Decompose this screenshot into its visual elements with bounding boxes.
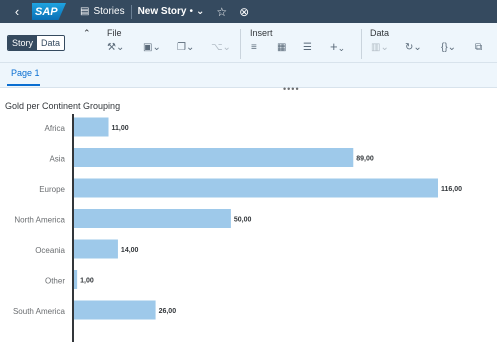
data-label: 14,00 [121, 247, 139, 254]
copy-data-icon[interactable]: ⧉ [475, 42, 482, 53]
tools-icon[interactable]: ⚒⌄ [107, 42, 124, 53]
stories-label: Stories [93, 6, 125, 17]
bar[interactable] [74, 209, 231, 228]
category-label: Europe [39, 185, 65, 194]
share-icon: ⌥⌄ [211, 42, 231, 53]
chart-title: Gold per Continent Grouping [5, 101, 121, 111]
refresh-icon[interactable]: ↻⌄ [405, 42, 422, 53]
chart-icon[interactable]: ≡ [251, 42, 257, 53]
data-label: 11,00 [112, 125, 129, 132]
formula-icon[interactable]: {}⌄ [441, 42, 456, 53]
data-label: 1,00 [80, 278, 94, 285]
data-group-title: Data [370, 28, 390, 38]
modified-indicator: • [189, 6, 193, 17]
copy-icon[interactable]: ❐⌄ [177, 42, 194, 53]
divider [240, 29, 241, 59]
category-label: South America [13, 307, 66, 316]
shell-bar: ‹ SAP ▤ Stories New Story • ⌄ ☆ ⊗ [0, 0, 497, 23]
active-tab-indicator [7, 84, 40, 86]
divider [130, 4, 132, 19]
save-icon[interactable]: ▣⌄ [143, 42, 161, 53]
filter-icon[interactable]: ☰ [303, 42, 312, 53]
bar[interactable] [74, 178, 438, 198]
page-tab-bar: Page 1 [0, 63, 497, 88]
stories-icon: ▤ [80, 6, 90, 17]
story-title-menu[interactable]: New Story • ⌄ [138, 6, 205, 17]
table-icon[interactable]: ▦ [277, 42, 286, 53]
sap-logo[interactable]: SAP [32, 3, 66, 20]
bar[interactable] [74, 300, 156, 320]
category-label: North America [14, 216, 65, 225]
category-label: Asia [49, 155, 65, 164]
bar[interactable] [74, 117, 109, 137]
stories-link[interactable]: ▤ Stories [80, 6, 125, 17]
story-title: New Story [137, 6, 187, 17]
file-group-title: File [107, 28, 122, 38]
resize-handle-icon[interactable]: •••• [283, 84, 300, 94]
close-circle-icon[interactable]: ⊗ [239, 5, 249, 19]
divider [361, 29, 362, 59]
story-view-button[interactable]: Story [8, 36, 38, 50]
bar-chart: Africa 11,00 Asia 89,00 Europe 116,00 North Am… [13, 114, 462, 342]
insert-group-title: Insert [250, 28, 273, 38]
chevron-left-icon[interactable]: ‹ [6, 4, 28, 19]
bar[interactable] [74, 148, 354, 167]
category-label: Oceania [35, 246, 65, 255]
data-view-button[interactable]: Data [37, 36, 65, 50]
collapse-toolbar-icon[interactable]: ⌃ [83, 28, 91, 39]
data-label: 89,00 [356, 156, 374, 163]
toolbar: Story Data ⌃ File ⚒⌄ ▣⌄ ❐⌄ ⌥⌄ Insert ≡ ▦… [0, 23, 497, 63]
data-label: 26,00 [159, 308, 177, 315]
tab-page-1[interactable]: Page 1 [11, 68, 40, 78]
data-label: 116,00 [441, 186, 462, 193]
refresh-disabled-icon: ▥⌄ [371, 42, 389, 53]
chevron-down-icon: ⌄ [196, 6, 205, 17]
view-toggle: Story Data [7, 35, 66, 51]
category-label: Africa [45, 124, 66, 133]
star-icon[interactable]: ☆ [216, 5, 227, 19]
bar[interactable] [74, 239, 118, 259]
add-icon[interactable]: +⌄ [330, 39, 345, 54]
category-label: Other [45, 277, 65, 286]
data-label: 50,00 [234, 217, 252, 224]
bar[interactable] [74, 270, 78, 289]
